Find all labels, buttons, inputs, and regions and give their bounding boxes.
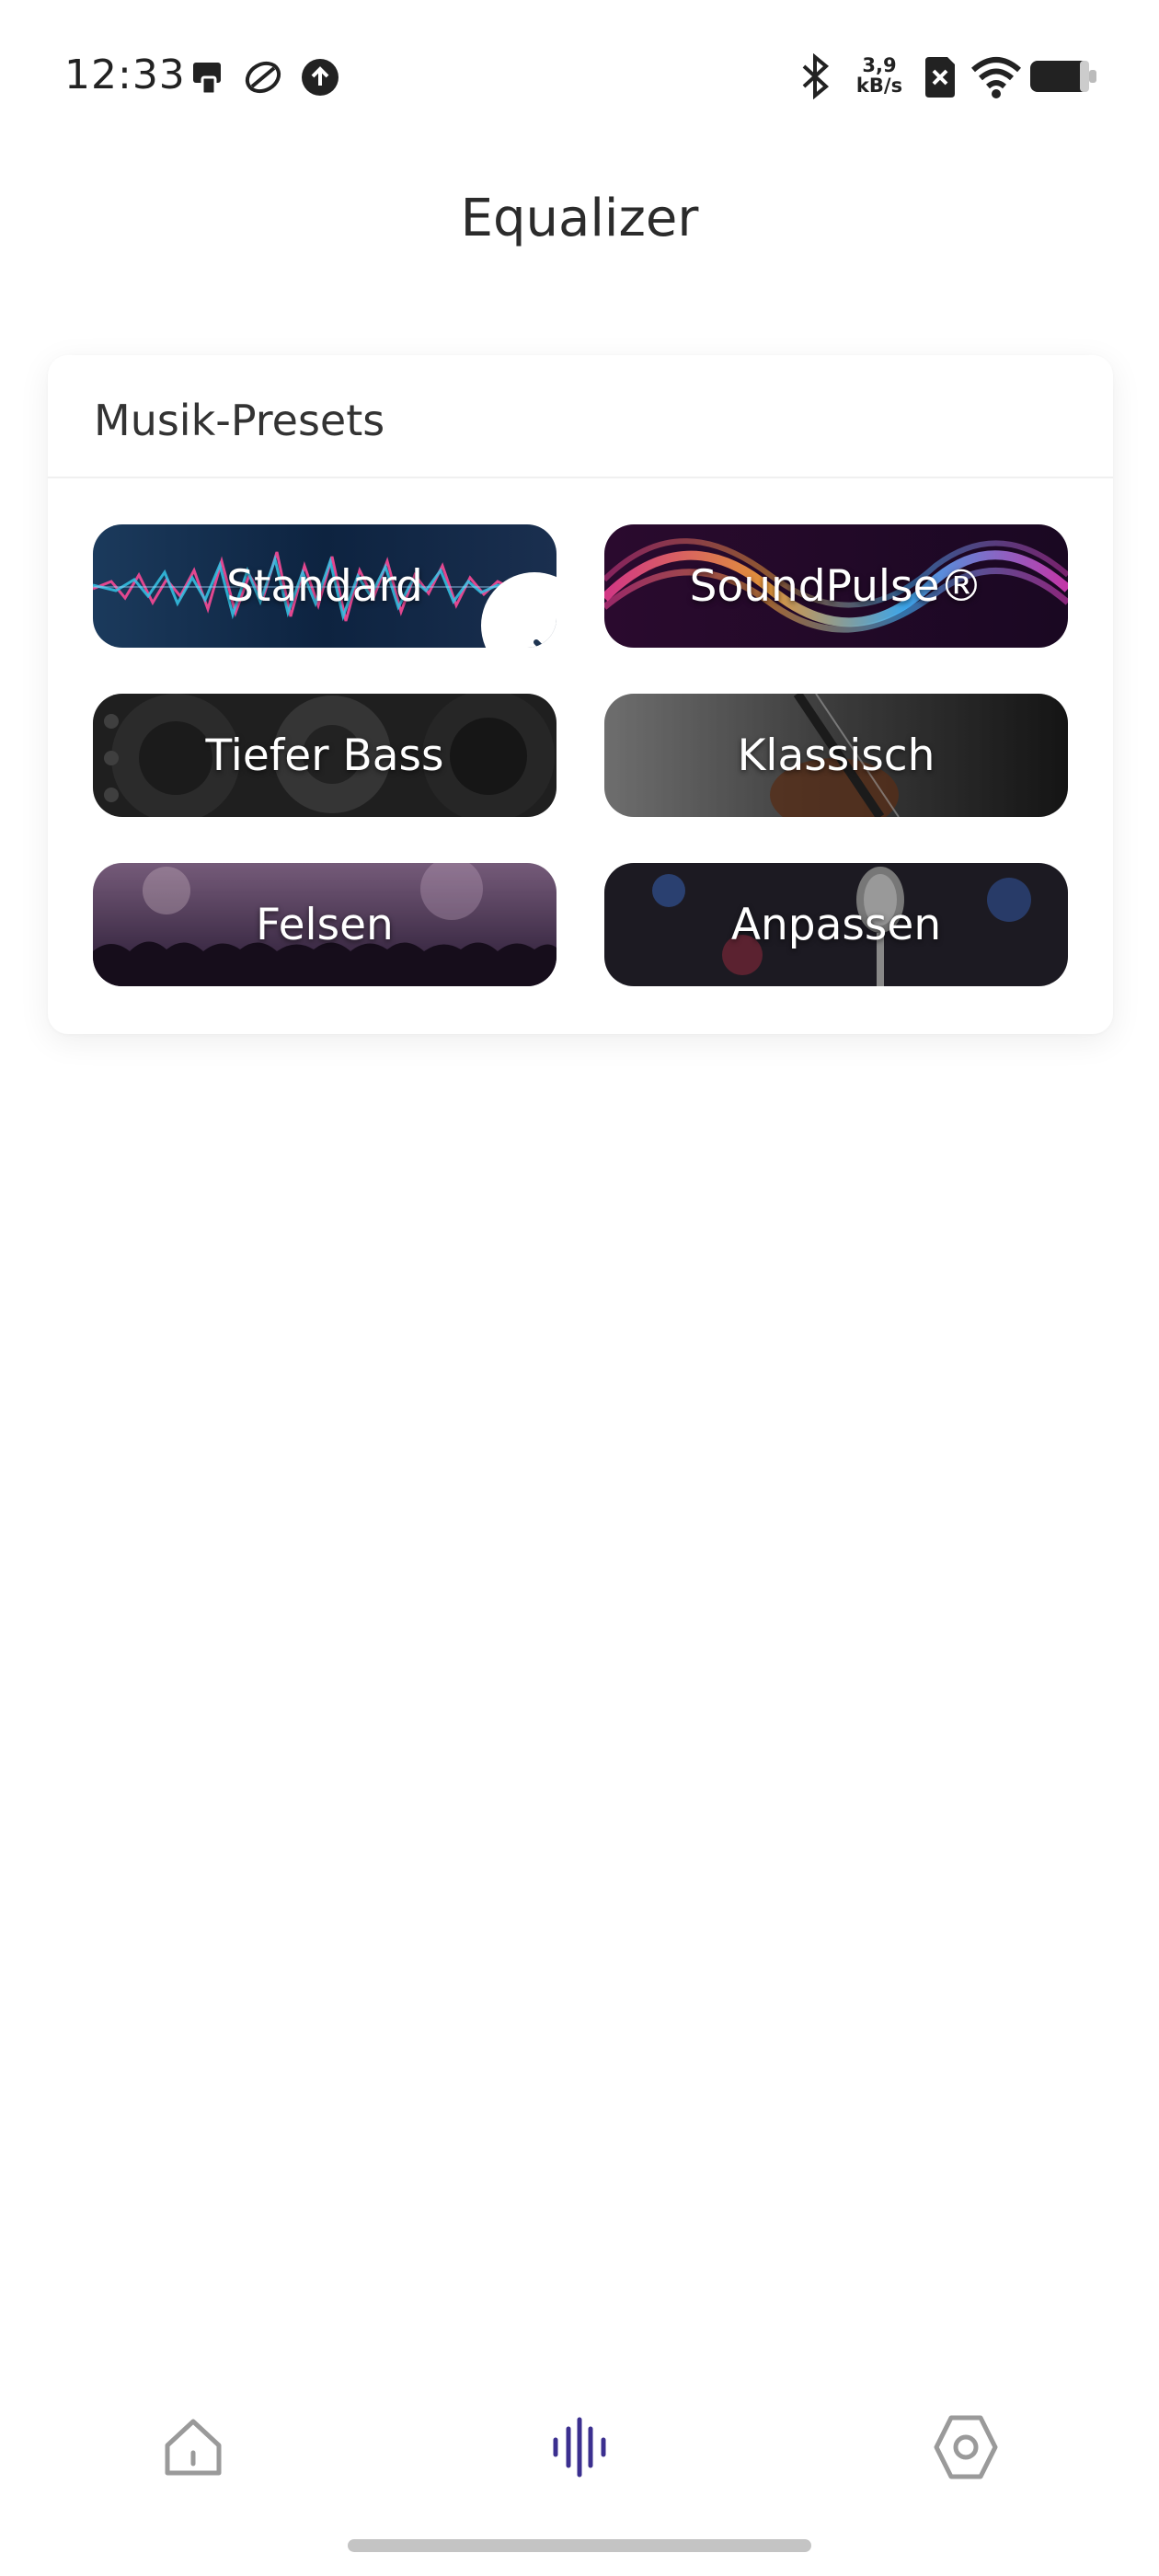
settings-icon bbox=[934, 2415, 998, 2479]
nav-home[interactable] bbox=[138, 2392, 248, 2502]
battery-icon bbox=[1030, 61, 1096, 92]
net-speed-unit: kB/s bbox=[855, 75, 903, 97]
preset-klassisch-label: Klassisch bbox=[737, 730, 935, 781]
net-speed: 3,9 kB/s bbox=[854, 55, 905, 96]
notification-app-icon bbox=[193, 63, 221, 96]
preset-tiefer-bass[interactable]: Tiefer Bass bbox=[93, 694, 557, 817]
nav-settings[interactable] bbox=[911, 2392, 1021, 2502]
preset-standard[interactable]: Standard bbox=[93, 524, 557, 648]
page-title: Equalizer bbox=[460, 189, 699, 248]
equalizer-icon bbox=[553, 2417, 606, 2478]
status-bar: 12:33 3,9 kB/s bbox=[0, 0, 1159, 156]
wifi-icon bbox=[971, 57, 1021, 98]
bluetooth-icon bbox=[802, 53, 830, 99]
nav-equalizer[interactable] bbox=[524, 2392, 635, 2502]
home-icon bbox=[165, 2419, 222, 2476]
status-time: 12:33 bbox=[64, 52, 186, 98]
preset-anpassen[interactable]: Anpassen bbox=[604, 863, 1068, 986]
presets-card: Musik-Presets Standard SoundPulse® Tiefe… bbox=[48, 355, 1113, 1034]
preset-anpassen-label: Anpassen bbox=[730, 899, 942, 950]
preset-klassisch[interactable]: Klassisch bbox=[604, 694, 1068, 817]
check-icon bbox=[534, 638, 557, 648]
preset-tiefer-bass-label: Tiefer Bass bbox=[205, 730, 444, 781]
preset-soundpulse-label: SoundPulse® bbox=[689, 560, 983, 612]
bottom-nav bbox=[0, 2392, 1159, 2502]
preset-soundpulse[interactable]: SoundPulse® bbox=[604, 524, 1068, 648]
presets-card-title: Musik-Presets bbox=[94, 396, 385, 445]
home-indicator[interactable] bbox=[348, 2539, 811, 2552]
preset-felsen-label: Felsen bbox=[256, 899, 394, 950]
sync-icon bbox=[245, 61, 281, 94]
preset-felsen[interactable]: Felsen bbox=[93, 863, 557, 986]
net-speed-value: 3,9 bbox=[862, 54, 897, 76]
sim-off-icon bbox=[925, 57, 955, 98]
presets-card-header: Musik-Presets bbox=[48, 355, 1113, 478]
upload-icon bbox=[302, 59, 339, 96]
